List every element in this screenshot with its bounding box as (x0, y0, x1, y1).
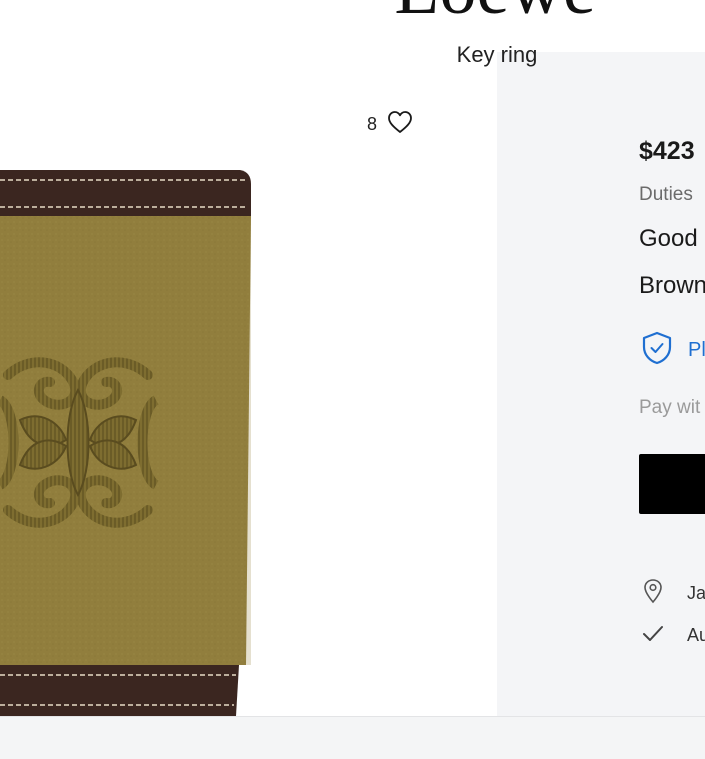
map-pin-icon (641, 578, 665, 609)
shield-check-icon (641, 331, 673, 370)
bottom-bar (0, 716, 705, 759)
brand-name[interactable]: Loewe (300, 0, 690, 26)
authentication-text: Au (687, 625, 705, 645)
price: $423 (639, 137, 695, 165)
duties-note: Duties (639, 184, 693, 205)
checkmark-icon (641, 621, 665, 650)
product-page: Loewe Key ring 8 (0, 0, 705, 759)
buyer-protection-label: Pl (688, 339, 705, 361)
location-row: Ja (641, 578, 705, 609)
product-image[interactable] (0, 160, 260, 720)
condition-value: Good (639, 225, 698, 252)
location-text: Ja (687, 583, 705, 603)
favorite-count: 8 (367, 114, 378, 134)
color-value: Brown (639, 272, 705, 299)
buy-button[interactable] (639, 454, 705, 514)
payment-methods-label: Pay wit (639, 397, 701, 418)
heart-icon (387, 110, 413, 139)
authentication-row: Au (641, 621, 705, 650)
favorite-button[interactable]: 8 (367, 110, 413, 139)
product-title: Key ring (456, 42, 538, 67)
buyer-protection-link[interactable]: Pl (641, 331, 705, 370)
